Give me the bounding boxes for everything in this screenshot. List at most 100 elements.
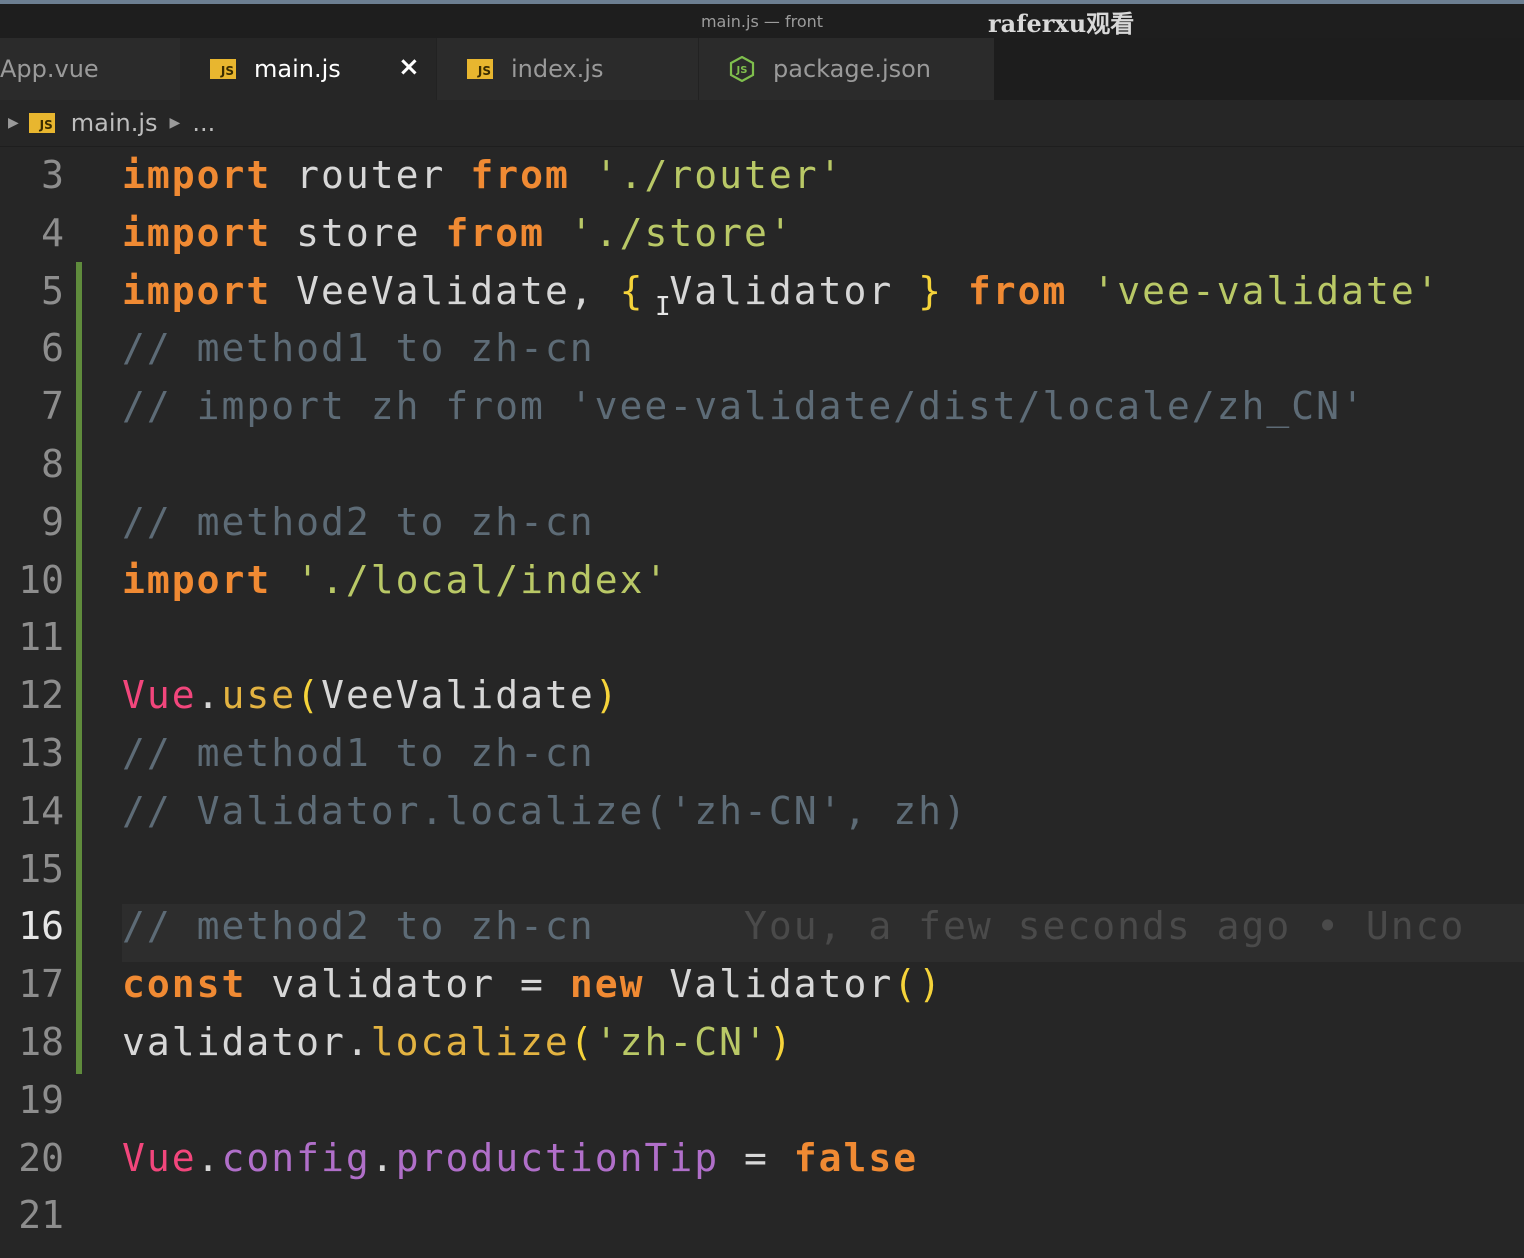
line-number: 12 [18, 673, 64, 718]
code-token: new [569, 962, 645, 1007]
line-number: 9 [41, 499, 64, 544]
code-token: ( [569, 1020, 595, 1064]
line-number-gutter: 3 4 5 6 7 8 9 10 11 12 13 14 15 16 17 18 19 20 21 [0, 147, 120, 1258]
nodejs-icon: JS [729, 56, 755, 82]
code-line[interactable]: const validator = new Validator() [122, 962, 943, 1020]
line-number: 19 [18, 1077, 64, 1122]
code-token: Vue [122, 673, 197, 718]
line-number: 6 [41, 326, 64, 371]
tab-label: package.json [773, 55, 932, 83]
line-number: 3 [41, 153, 64, 197]
code-token: from [470, 153, 570, 197]
code-token: . [370, 1135, 396, 1180]
code-token: { [619, 268, 645, 313]
code-token: () [893, 962, 943, 1007]
code-token: validator = [246, 962, 570, 1007]
code-token: . [196, 1135, 222, 1180]
line-number: 20 [18, 1135, 64, 1180]
line-number: 11 [18, 615, 64, 660]
git-modified-indicator[interactable] [76, 262, 82, 1074]
code-token: . [196, 673, 222, 718]
code-token: store [271, 210, 446, 255]
code-token: = [719, 1135, 794, 1180]
code-token: productionTip [395, 1135, 720, 1180]
js-file-icon: JS [28, 113, 55, 133]
line-number: 16 [18, 904, 64, 949]
code-token: // Validator.localize('zh-CN', zh) [122, 788, 968, 833]
code-line[interactable]: import './local/index' [122, 558, 669, 616]
code-line[interactable]: // method2 to zh-cn You, a few seconds a… [122, 904, 1524, 963]
code-token: localize [370, 1020, 570, 1064]
line-number: 21 [18, 1193, 64, 1238]
code-token: config [221, 1135, 371, 1180]
code-line[interactable]: // method1 to zh-cn [122, 326, 595, 384]
code-token: ) [768, 1020, 794, 1064]
code-token: './store' [569, 210, 794, 255]
line-number: 10 [18, 557, 64, 602]
code-token: router [271, 153, 471, 197]
code-line[interactable]: validator.localize('zh-CN') [122, 1020, 794, 1078]
line-number: 18 [18, 1020, 64, 1064]
code-token: // import zh from 'vee-validate/dist/loc… [122, 384, 1366, 429]
code-token: import [122, 153, 272, 197]
code-token: './local/index' [296, 557, 670, 602]
code-line[interactable]: import VeeValidate, { Validator } from '… [122, 269, 1441, 327]
tab-app-vue[interactable]: App.vue [0, 38, 180, 100]
breadcrumb-more[interactable]: ... [192, 109, 215, 137]
close-icon[interactable]: × [398, 52, 420, 82]
tab-label: index.js [511, 55, 604, 83]
code-token: // method2 to zh-cn [122, 904, 595, 949]
js-file-icon: JS [467, 59, 493, 79]
code-token: use [221, 673, 297, 718]
line-number: 17 [18, 962, 64, 1007]
code-token: 'vee-validate' [1092, 268, 1441, 313]
tab-label: main.js [254, 55, 341, 83]
git-blame-annotation: You, a few seconds ago • Unco [594, 904, 1466, 949]
window-titlebar: main.js — front raferxu观看 [0, 0, 1524, 38]
chevron-right-icon[interactable]: ▶ [8, 115, 19, 131]
code-token: validator. [122, 1020, 371, 1064]
line-number: 14 [18, 788, 64, 833]
line-number: 5 [41, 268, 64, 313]
tab-main-js[interactable]: JS main.js × [180, 38, 436, 100]
breadcrumb-file[interactable]: main.js [71, 109, 158, 137]
code-line[interactable]: import store from './store' [122, 211, 794, 269]
editor-tab-bar: App.vue JS main.js × JS index.js JS pack… [0, 38, 1524, 100]
code-editor[interactable]: import router from './router' import stor… [122, 147, 1524, 1258]
chevron-right-icon[interactable]: ▶ [170, 115, 181, 131]
code-line[interactable]: // Validator.localize('zh-CN', zh) [122, 789, 968, 847]
code-line[interactable]: // method2 to zh-cn [122, 500, 595, 558]
code-token: ) [594, 673, 620, 718]
code-token: } [918, 268, 944, 313]
tab-package-json[interactable]: JS package.json [698, 38, 994, 100]
code-token: // method1 to zh-cn [122, 326, 595, 371]
breadcrumb: ▶ JS main.js ▶ ... [0, 100, 1524, 147]
line-number: 4 [41, 210, 64, 255]
code-line[interactable]: Vue.config.productionTip = false [122, 1136, 918, 1194]
code-token: 'zh-CN' [594, 1020, 769, 1064]
code-token: Vue [122, 1135, 197, 1180]
code-line[interactable]: // method1 to zh-cn [122, 731, 595, 789]
line-number: 15 [18, 846, 64, 891]
code-line[interactable]: import router from './router' [122, 153, 844, 211]
watermark-text: raferxu观看 [988, 9, 1135, 38]
tab-index-js[interactable]: JS index.js [436, 38, 698, 100]
window-title: main.js — front [700, 12, 824, 31]
line-number: 7 [41, 384, 64, 429]
code-token: VeeValidate [321, 673, 595, 718]
text-cursor-icon: I [655, 292, 671, 322]
code-token: // method2 to zh-cn [122, 499, 595, 544]
code-token: Validator [644, 268, 919, 313]
code-token: ( [296, 673, 322, 718]
line-number: 13 [18, 731, 64, 775]
code-line[interactable]: // import zh from 'vee-validate/dist/loc… [122, 384, 1366, 442]
code-token: Validator [644, 962, 894, 1007]
code-token: import [122, 557, 272, 602]
code-line[interactable]: Vue.use(VeeValidate) [122, 673, 620, 731]
js-file-icon: JS [210, 59, 236, 79]
code-token: import [122, 268, 272, 313]
